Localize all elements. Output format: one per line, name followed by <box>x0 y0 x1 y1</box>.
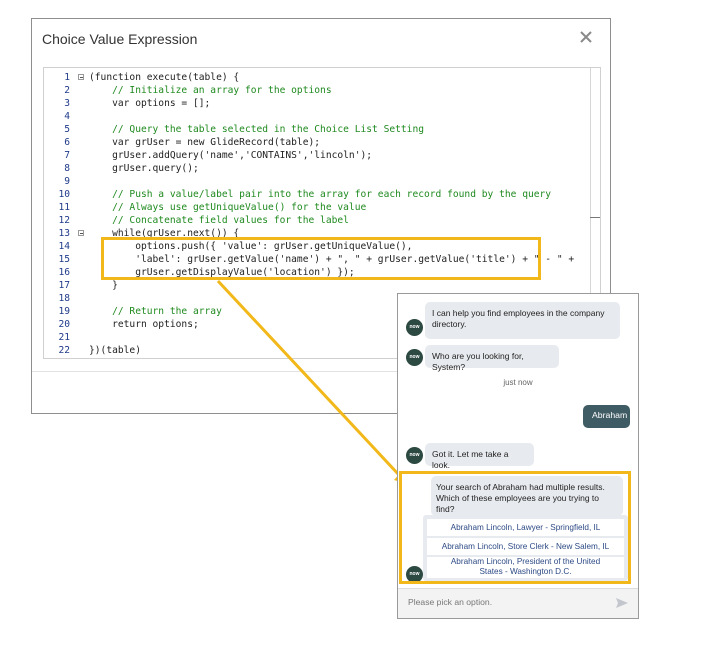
line-number: 9 <box>64 176 70 187</box>
code-line: 7 grUser.addQuery('name','CONTAINS','lin… <box>44 149 584 162</box>
code-line: 9 <box>44 175 584 188</box>
code-line: 2 // Initialize an array for the options <box>44 84 584 97</box>
code-text: // Push a value/label pair into the arra… <box>89 189 552 200</box>
code-text: // Query the table selected in the Choic… <box>89 124 425 135</box>
line-number: 13 <box>58 228 70 239</box>
line-number: 15 <box>58 254 70 265</box>
line-number: 11 <box>58 202 70 213</box>
code-text: // Initialize an array for the options <box>89 85 332 96</box>
code-text: var grUser = new GlideRecord(table); <box>89 137 321 148</box>
bot-message: Got it. Let me take a look. <box>425 443 534 470</box>
line-number: 20 <box>58 319 70 330</box>
code-line: 11 // Always use getUniqueValue() for th… <box>44 201 584 214</box>
editor-scroll-marker <box>590 217 600 218</box>
code-line: 8 grUser.query(); <box>44 162 584 175</box>
dialog-header: Choice Value Expression <box>32 19 610 63</box>
line-number: 4 <box>64 111 70 122</box>
code-text: // Return the array <box>89 306 222 317</box>
user-message: Abraham <box>583 405 630 428</box>
line-number: 17 <box>58 280 70 291</box>
code-line: 3 var options = []; <box>44 97 584 110</box>
send-icon[interactable] <box>615 596 629 610</box>
line-number: 22 <box>58 345 70 356</box>
bot-message: I can help you find employees in the com… <box>425 302 620 339</box>
code-text: // Always use getUniqueValue() for the v… <box>89 202 367 213</box>
fold-toggle-icon[interactable] <box>78 230 84 236</box>
line-number: 6 <box>64 137 70 148</box>
bot-avatar: now <box>406 319 423 336</box>
code-line: 1 (function execute(table) { <box>44 71 584 84</box>
line-number: 8 <box>64 163 70 174</box>
line-number: 10 <box>58 189 70 200</box>
bot-message: Who are you looking for, System? <box>425 345 559 372</box>
chat-input[interactable]: Please pick an option. <box>408 597 492 607</box>
line-number: 5 <box>64 124 70 135</box>
code-text: (function execute(table) { <box>89 72 240 83</box>
code-line: 6 var grUser = new GlideRecord(table); <box>44 136 584 149</box>
code-text: grUser.addQuery('name','CONTAINS','linco… <box>89 150 373 161</box>
message-timestamp: just now <box>503 378 533 387</box>
code-text: })(table) <box>89 345 141 356</box>
line-number: 1 <box>64 72 70 83</box>
line-number: 19 <box>58 306 70 317</box>
code-line: 17 } <box>44 279 584 292</box>
fold-toggle-icon[interactable] <box>78 74 84 80</box>
code-text: grUser.query(); <box>89 163 199 174</box>
code-line: 12 // Concatenate field values for the l… <box>44 214 584 227</box>
code-line: 5 // Query the table selected in the Cho… <box>44 123 584 136</box>
line-number: 2 <box>64 85 70 96</box>
line-number: 7 <box>64 150 70 161</box>
dialog-title: Choice Value Expression <box>42 31 198 47</box>
bot-avatar: now <box>406 349 423 366</box>
options-highlight-box <box>399 471 631 584</box>
line-number: 12 <box>58 215 70 226</box>
bot-avatar: now <box>406 447 423 464</box>
code-text: return options; <box>89 319 199 330</box>
code-line: 10 // Push a value/label pair into the a… <box>44 188 584 201</box>
chat-input-bar: Please pick an option. <box>398 588 638 618</box>
line-number: 16 <box>58 267 70 278</box>
line-number: 18 <box>58 293 70 304</box>
code-highlight-box <box>101 237 541 280</box>
code-line: 4 <box>44 110 584 123</box>
line-number: 3 <box>64 98 70 109</box>
code-text: var options = []; <box>89 98 211 109</box>
line-number: 21 <box>58 332 70 343</box>
line-number: 14 <box>58 241 70 252</box>
close-icon[interactable] <box>578 29 594 45</box>
code-text: // Concatenate field values for the labe… <box>89 215 349 226</box>
code-text: } <box>89 280 118 291</box>
